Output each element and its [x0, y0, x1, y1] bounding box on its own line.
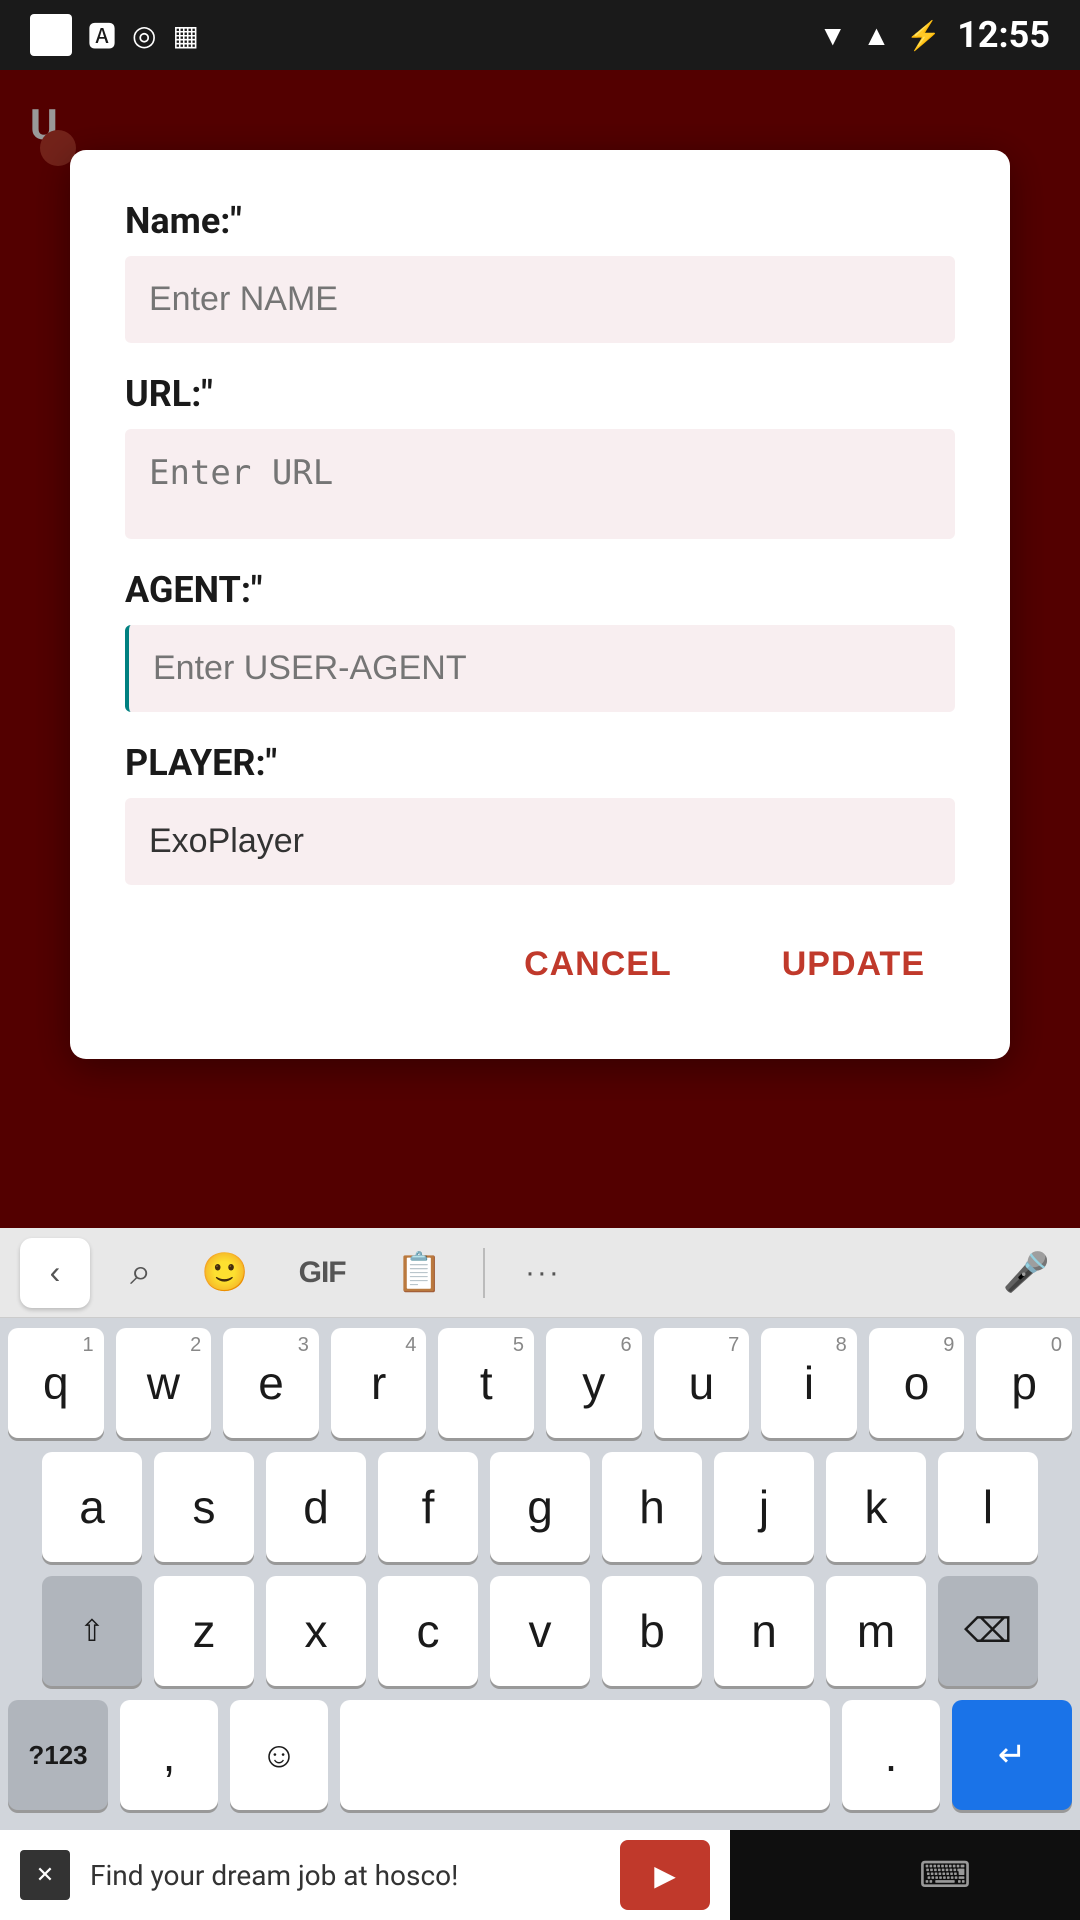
key-r[interactable]: 4r [331, 1328, 427, 1438]
cancel-button[interactable]: CANCEL [494, 925, 702, 1004]
notification-icon-3: ▦ [172, 19, 198, 52]
player-label: PLAYER:" [125, 742, 955, 784]
key-v[interactable]: v [490, 1576, 590, 1686]
player-input[interactable] [125, 798, 955, 885]
status-bar: 🅰 ◎ ▦ ▼ ▲ ⚡ 12:55 [0, 0, 1080, 70]
keyboard: ‹ ⌕ 🙂 GIF 📋 ··· 🎤 1q 2w 3e 4r 5t 6y 7u 8… [0, 1228, 1080, 1830]
status-bar-right: ▼ ▲ ⚡ 12:55 [819, 14, 1050, 56]
notification-icon-1: 🅰 [88, 15, 116, 55]
key-m[interactable]: m [826, 1576, 926, 1686]
battery-icon: ⚡ [906, 19, 941, 52]
shift-key[interactable]: ⇧ [42, 1576, 142, 1686]
key-e[interactable]: 3e [223, 1328, 319, 1438]
numspec-key[interactable]: ?123 [8, 1700, 108, 1810]
status-bar-left: 🅰 ◎ ▦ [30, 14, 199, 56]
ad-action-btn[interactable]: ▶ [620, 1840, 710, 1910]
key-y[interactable]: 6y [546, 1328, 642, 1438]
key-p[interactable]: 0p [976, 1328, 1072, 1438]
player-field-group: PLAYER:" [125, 742, 955, 885]
key-z[interactable]: z [154, 1576, 254, 1686]
key-period[interactable]: . [842, 1700, 940, 1810]
notification-icon-2: ◎ [132, 19, 156, 52]
keyboard-more-button[interactable]: ··· [515, 1246, 571, 1300]
enter-key[interactable]: ↵ [952, 1700, 1072, 1810]
keyboard-mic-button[interactable]: 🎤 [993, 1241, 1060, 1305]
app-icon [30, 14, 72, 56]
key-x[interactable]: x [266, 1576, 366, 1686]
key-w[interactable]: 2w [116, 1328, 212, 1438]
status-time: 12:55 [957, 14, 1050, 56]
key-g[interactable]: g [490, 1452, 590, 1562]
url-field-group: URL:" [125, 373, 955, 539]
keyboard-row-4: ?123 , ☺ . ↵ [8, 1700, 1072, 1810]
dialog-box: Name:" URL:" AGENT:" PLAYER:" CANCEL UPD… [70, 150, 1010, 1059]
keyboard-search-button[interactable]: ⌕ [120, 1241, 161, 1304]
space-key[interactable] [340, 1700, 830, 1810]
keyboard-clipboard-button[interactable]: 📋 [386, 1241, 453, 1305]
wifi-icon: ▼ [819, 19, 847, 52]
key-q[interactable]: 1q [8, 1328, 104, 1438]
update-button[interactable]: UPDATE [752, 925, 955, 1004]
key-h[interactable]: h [602, 1452, 702, 1562]
backspace-key[interactable]: ⌫ [938, 1576, 1038, 1686]
dialog-actions: CANCEL UPDATE [125, 925, 955, 1004]
keyboard-sticker-button[interactable]: 🙂 [191, 1241, 258, 1305]
key-j[interactable]: j [714, 1452, 814, 1562]
key-t[interactable]: 5t [438, 1328, 534, 1438]
key-n[interactable]: n [714, 1576, 814, 1686]
ad-banner: ✕ Find your dream job at hosco! ▶ [0, 1830, 730, 1920]
key-i[interactable]: 8i [761, 1328, 857, 1438]
key-u[interactable]: 7u [654, 1328, 750, 1438]
keyboard-toolbar: ‹ ⌕ 🙂 GIF 📋 ··· 🎤 [0, 1228, 1080, 1318]
name-field-group: Name:" [125, 200, 955, 343]
key-f[interactable]: f [378, 1452, 478, 1562]
key-comma[interactable]: , [120, 1700, 218, 1810]
key-s[interactable]: s [154, 1452, 254, 1562]
ad-close-icon: ✕ [20, 1850, 70, 1900]
name-input[interactable] [125, 256, 955, 343]
key-l[interactable]: l [938, 1452, 1038, 1562]
keyboard-row-1: 1q 2w 3e 4r 5t 6y 7u 8i 9o 0p [8, 1328, 1072, 1438]
url-input[interactable] [125, 429, 955, 539]
key-d[interactable]: d [266, 1452, 366, 1562]
agent-label: AGENT:" [125, 569, 955, 611]
key-a[interactable]: a [42, 1452, 142, 1562]
keyboard-row-2: a s d f g h j k l [8, 1452, 1072, 1562]
kb-divider [483, 1248, 485, 1298]
key-o[interactable]: 9o [869, 1328, 965, 1438]
keyboard-row-3: ⇧ z x c v b n m ⌫ [8, 1576, 1072, 1686]
agent-input[interactable] [125, 625, 955, 712]
signal-icon: ▲ [863, 19, 891, 52]
keyboard-gif-button[interactable]: GIF [289, 1246, 356, 1300]
keyboard-rows: 1q 2w 3e 4r 5t 6y 7u 8i 9o 0p a s d f g … [0, 1318, 1080, 1830]
emoji-key[interactable]: ☺ [230, 1700, 328, 1810]
keyboard-back-button[interactable]: ‹ [20, 1238, 90, 1308]
key-c[interactable]: c [378, 1576, 478, 1686]
agent-field-group: AGENT:" [125, 569, 955, 712]
kb-toolbar-left: ‹ ⌕ 🙂 GIF 📋 ··· [20, 1238, 571, 1308]
key-k[interactable]: k [826, 1452, 926, 1562]
ad-text: Find your dream job at hosco! [90, 1859, 600, 1892]
url-label: URL:" [125, 373, 955, 415]
name-label: Name:" [125, 200, 955, 242]
key-b[interactable]: b [602, 1576, 702, 1686]
